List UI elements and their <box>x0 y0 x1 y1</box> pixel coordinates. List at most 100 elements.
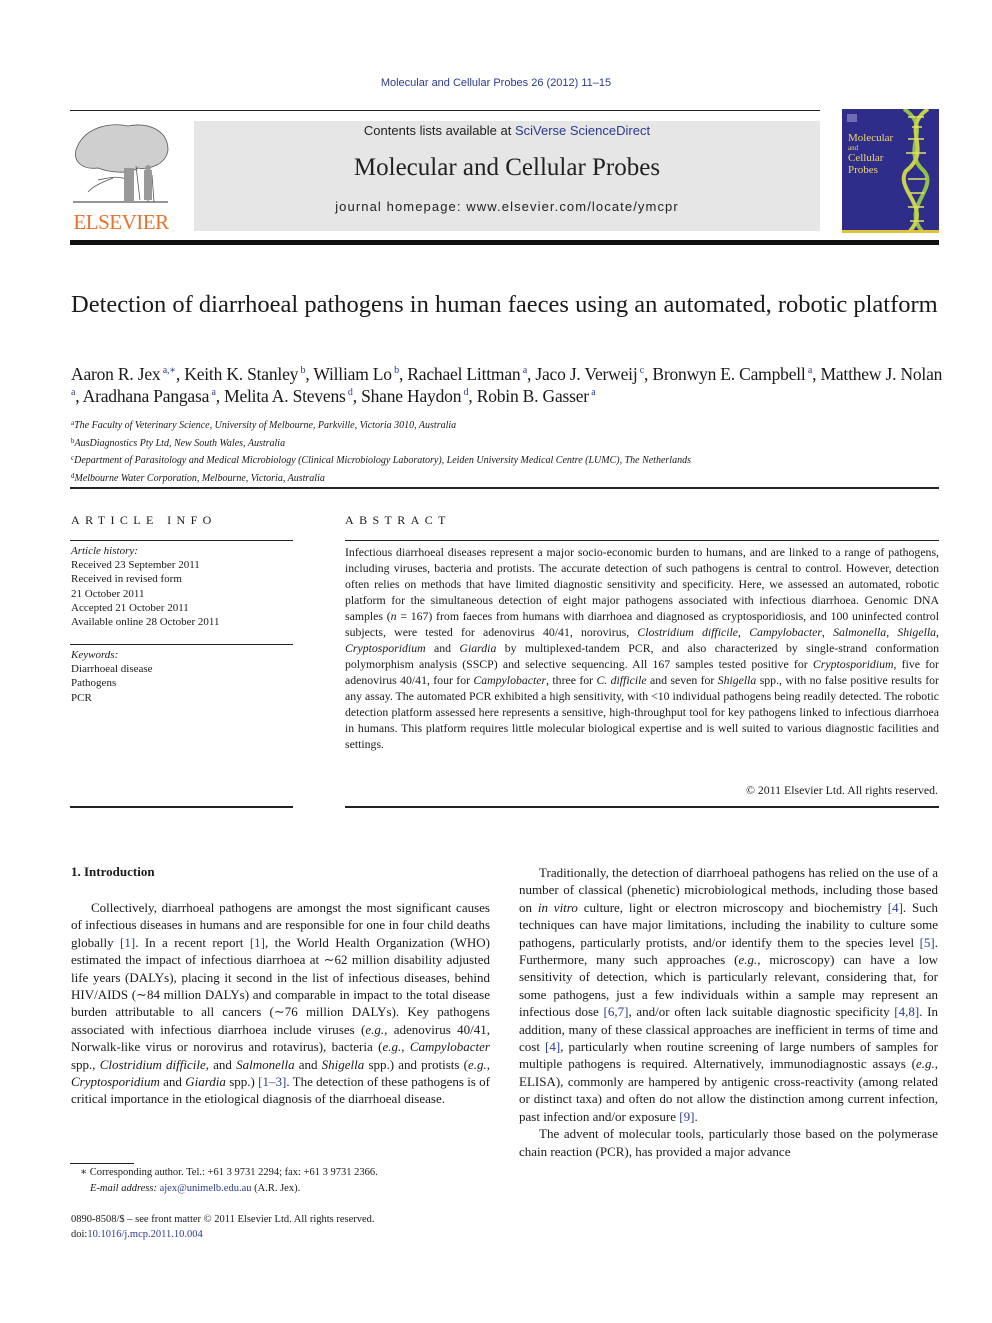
author-name[interactable]: Matthew J. Nolan <box>821 364 943 384</box>
italic-term: Clostridium difficile <box>99 1056 206 1072</box>
author-name[interactable]: Bronwyn E. Campbell <box>652 364 805 384</box>
divider <box>70 644 293 645</box>
elsevier-wordmark: ELSEVIER <box>73 210 169 234</box>
author-name[interactable]: Aradhana Pangasa <box>83 386 210 406</box>
citation-link[interactable]: [4] <box>545 1039 560 1054</box>
corresponding-author-footnote: ∗ Corresponding author. Tel.: +61 3 9731… <box>80 1165 500 1196</box>
affiliation-marker[interactable]: b <box>392 365 399 376</box>
section-divider <box>70 487 939 489</box>
history-item: 21 October 2011 <box>71 587 145 600</box>
doi-label: doi: <box>71 1229 88 1240</box>
citation-link[interactable]: [1] <box>250 935 265 950</box>
italic-term: Campylobacter <box>409 1039 490 1055</box>
italic-term: C. difficile <box>596 673 647 687</box>
italic-term: Campylobacter <box>749 625 822 639</box>
affiliation-marker[interactable]: a <box>520 365 527 376</box>
citation-link[interactable]: [1] <box>120 935 135 950</box>
citation-link[interactable]: [4] <box>888 900 903 915</box>
cover-title: Molecular and Cellular Probes <box>848 132 893 176</box>
article-history: Article history: Received 23 September 2… <box>71 544 296 629</box>
affiliation-item: aThe Faculty of Veterinary Science, Univ… <box>71 419 457 431</box>
elsevier-tree-icon <box>73 124 169 203</box>
sciencedirect-link[interactable]: SciVerse ScienceDirect <box>515 123 650 138</box>
author-name[interactable]: Jaco J. Verweij <box>535 364 637 384</box>
author-name[interactable]: Shane Haydon <box>361 386 461 406</box>
cover-title-line: Probes <box>848 164 878 176</box>
keyword-item: Pathogens <box>71 677 117 690</box>
divider <box>345 540 939 541</box>
italic-term: e.g. <box>382 1039 402 1055</box>
journal-cover[interactable]: Molecular and Cellular Probes <box>842 109 939 233</box>
author-name[interactable]: William Lo <box>313 364 392 384</box>
history-item: Received 23 September 2011 <box>71 559 200 572</box>
doi-link[interactable]: 10.1016/j.mcp.2011.10.004 <box>87 1229 202 1240</box>
italic-term: Salmonella <box>236 1056 295 1072</box>
affiliation-marker[interactable]: a,∗ <box>160 365 176 376</box>
keywords: Keywords: Diarrhoeal disease Pathogens P… <box>71 648 296 705</box>
author-name[interactable]: Robin B. Gasser <box>477 386 589 406</box>
cover-title-line: and <box>848 144 859 152</box>
affiliation-item: dMelbourne Water Corporation, Melbourne,… <box>71 471 325 484</box>
affiliation-marker[interactable]: c <box>637 365 644 376</box>
affiliation-list: aThe Faculty of Veterinary Science, Univ… <box>71 416 931 486</box>
italic-term: Cryptosporidium <box>345 641 426 655</box>
keywords-label: Keywords: <box>71 649 119 661</box>
cover-title-line: Cellular <box>848 152 884 164</box>
header-rule <box>70 110 820 111</box>
issn-copyright: 0890-8508/$ – see front matter © 2011 El… <box>71 1214 375 1225</box>
abstract-heading: ABSTRACT <box>345 513 451 527</box>
citation-link[interactable]: [1–3] <box>258 1074 286 1089</box>
affiliation-key: c <box>71 454 75 462</box>
affiliation-key: d <box>71 471 75 480</box>
abstract-text: Infectious diarrhoeal diseases represent… <box>345 545 939 751</box>
affiliation-marker[interactable]: a <box>589 387 595 398</box>
citation-link[interactable]: [5] <box>920 935 935 950</box>
divider <box>345 806 939 808</box>
footnote-rule <box>70 1163 134 1164</box>
email-link[interactable]: ajex@unimelb.edu.au <box>160 1183 252 1194</box>
header-thick-rule <box>70 240 939 245</box>
affiliation-key: b <box>71 436 75 445</box>
italic-term: Campylobacter <box>473 673 547 687</box>
citation-link[interactable]: [6,7] <box>604 1004 629 1019</box>
italic-term: e.g. <box>467 1056 487 1072</box>
author-name[interactable]: Melita A. Stevens <box>224 386 346 406</box>
history-item: Received in revised form <box>71 573 182 586</box>
affiliation-marker[interactable]: d <box>346 387 353 398</box>
history-item: Available online 28 October 2011 <box>71 616 220 629</box>
italic-term: Giardia <box>459 641 497 655</box>
contents-line: Contents lists available at SciVerse Sci… <box>194 123 820 138</box>
citation-link[interactable]: [4,8] <box>894 1004 919 1019</box>
elsevier-logo[interactable]: ELSEVIER <box>68 120 174 235</box>
email-line: E-mail address: ajex@unimelb.edu.au (A.R… <box>80 1181 500 1197</box>
affiliation-marker[interactable]: a <box>806 365 812 376</box>
italic-term: n <box>390 609 397 623</box>
author-name[interactable]: Rachael Littman <box>407 364 520 384</box>
cover-title-line: Molecular <box>848 132 894 144</box>
italic-term: e.g. <box>365 1021 385 1037</box>
journal-citation[interactable]: Molecular and Cellular Probes 26 (2012) … <box>0 77 992 89</box>
paragraph: The advent of molecular tools, particula… <box>519 1126 938 1159</box>
affiliation-item: bAusDiagnostics Pty Ltd, New South Wales… <box>71 436 286 449</box>
affiliation-key: a <box>71 419 75 427</box>
doi-line: doi:10.1016/j.mcp.2011.10.004 <box>71 1227 501 1242</box>
italic-term: Giardia <box>185 1074 226 1090</box>
affiliation-marker[interactable]: b <box>298 365 306 376</box>
author-name[interactable]: Aaron R. Jex <box>71 364 161 384</box>
paragraph: Collectively, diarrhoeal pathogens are a… <box>71 900 491 1107</box>
affiliation-marker[interactable]: a <box>71 387 75 398</box>
article-info-heading: ARTICLE INFO <box>71 513 217 527</box>
affiliation-marker[interactable]: d <box>461 387 469 398</box>
author-name[interactable]: Keith K. Stanley <box>184 364 298 384</box>
divider <box>70 540 293 541</box>
italic-term: in vitro <box>537 899 578 915</box>
journal-masthead: Contents lists available at SciVerse Sci… <box>194 121 820 231</box>
italic-term: Cryptosporidium <box>71 1074 160 1090</box>
affiliation-marker[interactable]: a <box>209 387 215 398</box>
affiliation-item: cDepartment of Parasitology and Medical … <box>71 454 691 466</box>
journal-title[interactable]: Molecular and Cellular Probes <box>194 154 820 182</box>
citation-link[interactable]: [9] <box>679 1109 694 1124</box>
journal-homepage-link[interactable]: journal homepage: www.elsevier.com/locat… <box>194 199 820 214</box>
italic-term: Clostridium difficile <box>637 625 739 639</box>
email-label: E-mail address: <box>90 1182 157 1194</box>
